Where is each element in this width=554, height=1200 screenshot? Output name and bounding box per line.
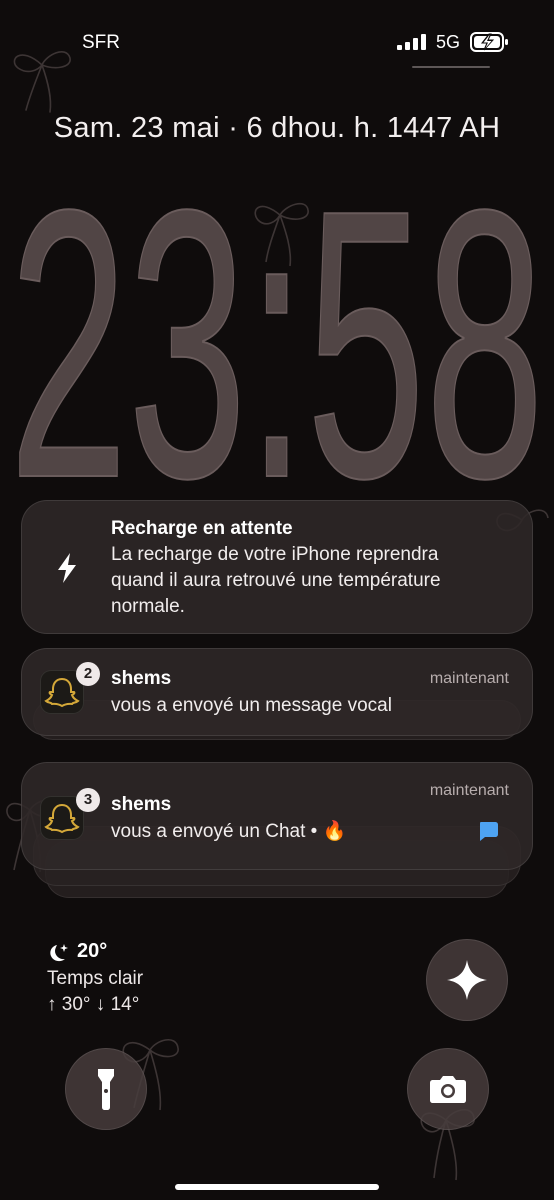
sparkle-icon [447, 960, 487, 1000]
notification-count-badge: 3 [76, 788, 100, 812]
notification-time: maintenant [429, 670, 509, 687]
notification-snapchat-chat[interactable]: 3 shems maintenant vous a envoyé un Chat… [21, 762, 533, 870]
notification-title: Recharge en attente [111, 518, 293, 539]
flashlight-icon [98, 1069, 114, 1110]
weather-condition: Temps clair [47, 968, 144, 989]
camera-icon [430, 1076, 466, 1103]
moon-stars-icon [50, 944, 68, 962]
battery-charging-icon [470, 32, 508, 52]
carrier-label: SFR [82, 32, 120, 53]
home-indicator[interactable] [175, 1184, 379, 1190]
notification-body-line: normale. [111, 596, 185, 617]
network-type: 5G [436, 32, 461, 52]
notification-body-line: La recharge de votre iPhone reprendra [111, 544, 439, 565]
camera-button[interactable] [407, 1048, 489, 1130]
notification-charging[interactable]: Recharge en attente La recharge de votre… [21, 500, 533, 634]
flashlight-button[interactable] [65, 1048, 147, 1130]
lock-clock[interactable]: 23:58 [0, 138, 554, 508]
clock-time: 23:58 [9, 138, 544, 508]
weather-range: ↑ 30° ↓ 14° [47, 994, 140, 1015]
signal-icon [397, 34, 426, 50]
notification-time: maintenant [429, 782, 509, 799]
notification-snapchat-voice[interactable]: 2 shems maintenant vous a envoyé un mess… [21, 648, 533, 736]
assistant-button[interactable] [426, 939, 508, 1021]
notification-count-badge: 2 [76, 662, 100, 686]
notification-body-line: quand il aura retrouvé une température [111, 570, 441, 591]
bolt-icon [58, 553, 76, 583]
status-bar: SFR 5G [0, 0, 554, 70]
status-divider [412, 66, 490, 68]
notification-message: vous a envoyé un message vocal [111, 695, 392, 716]
chat-bubble-icon [480, 822, 498, 841]
notification-sender: shems [111, 668, 172, 689]
notification-body: La recharge de votre iPhone reprendra qu… [111, 542, 441, 620]
weather-temperature: 20° [77, 940, 108, 962]
notification-sender: shems [111, 794, 172, 815]
notification-message: vous a envoyé un Chat • 🔥 [111, 821, 347, 842]
